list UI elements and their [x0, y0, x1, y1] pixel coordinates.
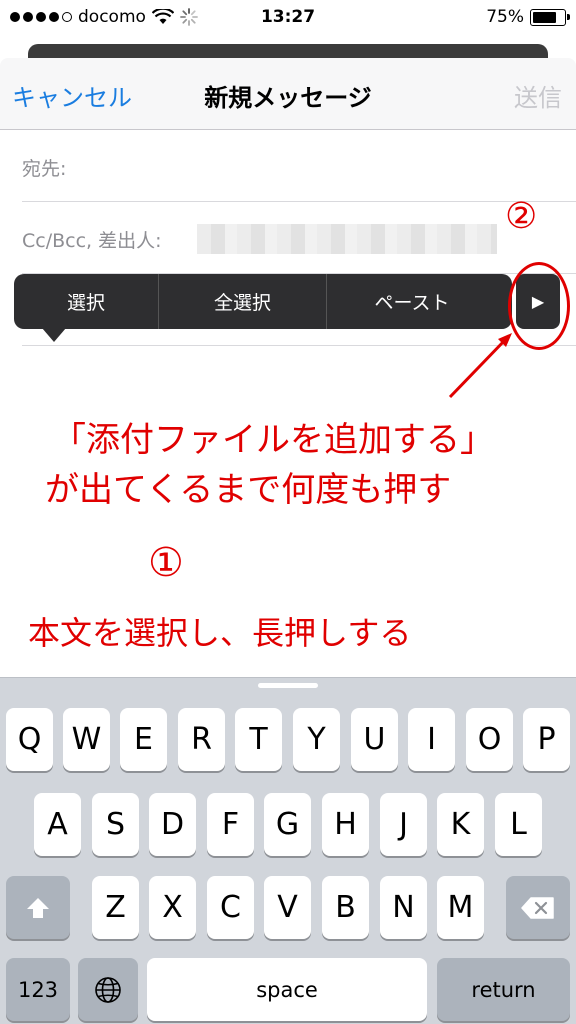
redacted-sender-address	[197, 224, 497, 254]
key-v[interactable]: V	[264, 876, 311, 939]
key-s[interactable]: S	[92, 793, 139, 856]
key-q[interactable]: Q	[6, 708, 53, 771]
to-label: 宛先:	[22, 158, 67, 180]
shift-key[interactable]	[6, 876, 70, 939]
key-t[interactable]: T	[235, 708, 282, 771]
page-title: 新規メッセージ	[204, 84, 372, 112]
key-b[interactable]: B	[322, 876, 369, 939]
menu-paste-label: ペースト	[374, 292, 450, 314]
annotation-step-2-line-2: が出てくるまで何度も押す	[45, 470, 452, 510]
to-field[interactable]: 宛先:	[22, 130, 576, 202]
edit-menu: 選択 全選択 ペースト	[14, 274, 512, 342]
key-a[interactable]: A	[34, 793, 81, 856]
menu-pointer-tail	[42, 328, 66, 342]
return-key[interactable]: return	[437, 958, 570, 1021]
battery-level	[533, 11, 556, 23]
key-i[interactable]: I	[408, 708, 455, 771]
menu-select-all-label: 全選択	[213, 292, 271, 314]
keyboard-handle[interactable]	[258, 683, 318, 688]
menu-select-all-button[interactable]: 全選択	[159, 274, 327, 329]
annotation-step-1-text: 本文を選択し、長押しする	[28, 614, 412, 652]
key-w[interactable]: W	[63, 708, 110, 771]
numbers-key[interactable]: 123	[6, 958, 70, 1021]
space-bar[interactable]: space	[147, 958, 427, 1021]
key-o[interactable]: O	[466, 708, 513, 771]
key-e[interactable]: E	[120, 708, 167, 771]
key-y[interactable]: Y	[293, 708, 340, 771]
key-u[interactable]: U	[351, 708, 398, 771]
cc-bcc-label: Cc/Bcc, 差出人:	[22, 230, 162, 252]
menu-paste-button[interactable]: ペースト	[327, 274, 497, 329]
key-d[interactable]: D	[149, 793, 196, 856]
delete-key[interactable]	[506, 876, 570, 939]
cc-bcc-from-field[interactable]: Cc/Bcc, 差出人:	[22, 202, 576, 274]
send-button[interactable]: 送信	[514, 78, 562, 113]
nav-bar: キャンセル 新規メッセージ 送信	[0, 58, 576, 130]
key-k[interactable]: K	[437, 793, 484, 856]
shift-arrow-icon	[27, 897, 49, 918]
status-right: 75%	[486, 7, 570, 27]
key-j[interactable]: J	[380, 793, 427, 856]
key-f[interactable]: F	[207, 793, 254, 856]
key-c[interactable]: C	[207, 876, 254, 939]
annotation-step-1-number: ①	[148, 540, 184, 586]
backspace-icon	[521, 896, 554, 919]
battery-percent: 75%	[486, 7, 524, 27]
menu-select-button[interactable]: 選択	[14, 274, 159, 329]
globe-icon	[95, 976, 121, 1003]
red-arrow-icon	[448, 333, 512, 399]
key-h[interactable]: H	[322, 793, 369, 856]
menu-select-label: 選択	[66, 292, 105, 314]
key-z[interactable]: Z	[92, 876, 139, 939]
key-p[interactable]: P	[523, 708, 570, 771]
status-bar: docomo 13:27 75%	[0, 0, 576, 36]
key-l[interactable]: L	[495, 793, 542, 856]
key-n[interactable]: N	[380, 876, 427, 939]
key-x[interactable]: X	[149, 876, 196, 939]
battery-icon	[530, 8, 570, 26]
key-g[interactable]: G	[264, 793, 311, 856]
keyboard: Q W E R T Y U I O P A S D F G H J K L Z …	[0, 677, 576, 1024]
annotation-step-2-number: ②	[505, 196, 538, 237]
key-m[interactable]: M	[437, 876, 484, 939]
globe-key[interactable]	[78, 958, 138, 1021]
key-r[interactable]: R	[178, 708, 225, 771]
annotation-step-2-line-1: 「添付ファイルを追加する」	[52, 420, 494, 460]
